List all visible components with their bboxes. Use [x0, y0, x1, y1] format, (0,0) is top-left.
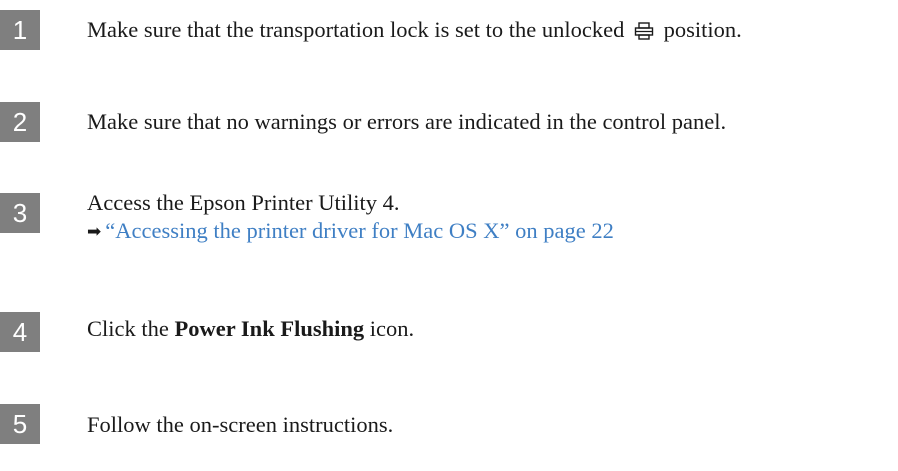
step-number-badge: 3 [0, 193, 40, 233]
step-text: Follow the on-screen instructions. [87, 412, 394, 437]
arrow-right-icon: ➡ [87, 222, 102, 242]
step-text-after: icon. [369, 316, 415, 341]
step-number-badge: 5 [0, 404, 40, 444]
printer-unlocked-icon [634, 22, 654, 40]
step-text: Make sure that the transportation lock i… [87, 16, 898, 44]
cross-reference: ➡ “Accessing the printer driver for Mac O… [87, 217, 898, 247]
step-number-badge: 4 [0, 312, 40, 352]
step-number-badge: 1 [0, 10, 40, 50]
step-text: Click the Power Ink Flushing icon. [87, 315, 898, 343]
step-text-before: Click the [87, 316, 169, 341]
step-text: Access the Epson Printer Utility 4. [87, 190, 400, 215]
step-text-after: position. [663, 17, 742, 42]
step-text-bold: Power Ink Flushing [174, 316, 365, 341]
step-text: Make sure that no warnings or errors are… [87, 109, 727, 134]
step-text-before: Make sure that the transportation lock i… [87, 17, 625, 42]
cross-reference-link[interactable]: “Accessing the printer driver for Mac OS… [105, 218, 614, 243]
step-text: Access the Epson Printer Utility 4. ➡ “Ac… [87, 189, 898, 247]
step-number-badge: 2 [0, 102, 40, 142]
